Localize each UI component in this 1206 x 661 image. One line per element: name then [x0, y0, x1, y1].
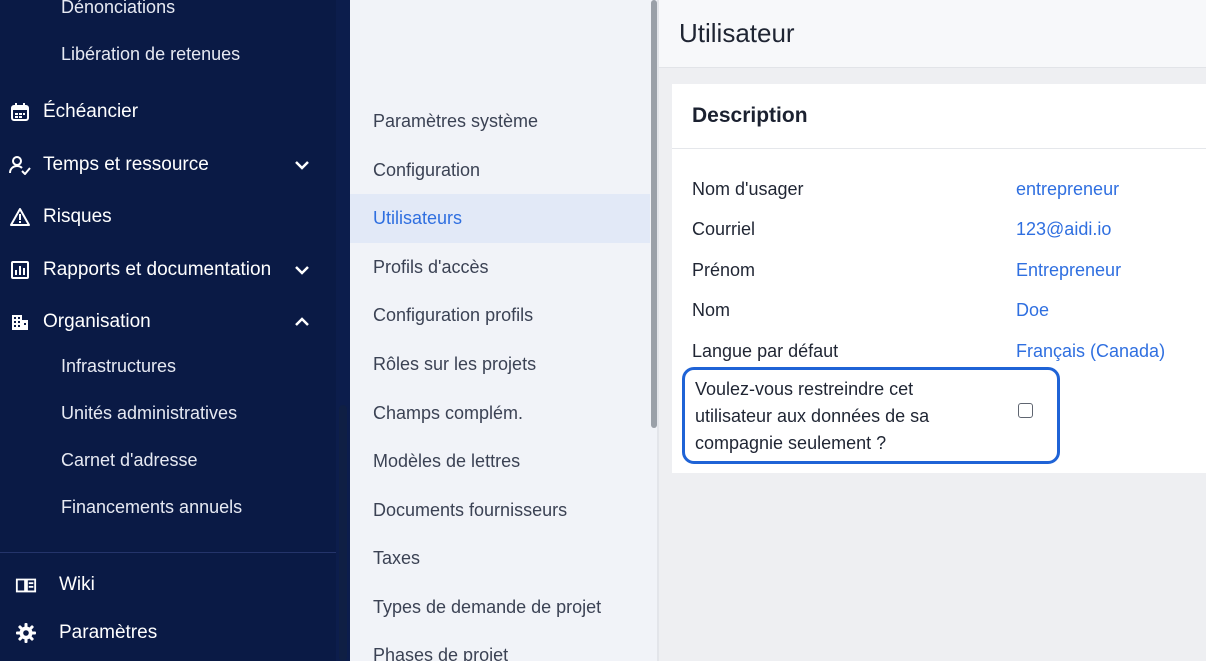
field-value-email: 123@aidi.io — [1016, 219, 1112, 239]
menu-item-taxes[interactable]: Taxes — [350, 534, 650, 583]
restrict-company-checkbox[interactable] — [1018, 403, 1033, 418]
nav-item-label: Rapports et documentation — [43, 259, 272, 280]
main-content: Utilisateur Description Nom d'usager ent… — [659, 0, 1206, 661]
settings-menu: Paramètres système Configuration Utilisa… — [350, 0, 658, 661]
page-title: Utilisateur — [679, 18, 795, 48]
nav-item-temps-ressource[interactable]: Temps et ressource — [0, 145, 336, 185]
nav-sub-unites-administratives[interactable]: Unités administratives — [61, 403, 237, 424]
chevron-down-icon[interactable] — [292, 260, 312, 280]
menu-item-documents-fournisseurs[interactable]: Documents fournisseurs — [350, 486, 650, 535]
field-label-language: Langue par défaut — [692, 341, 839, 361]
field-value-username: entrepreneur — [1016, 179, 1120, 199]
warning-icon — [9, 206, 31, 228]
menu-item-phases-projet[interactable]: Phases de projet — [350, 631, 650, 661]
field-label-username: Nom d'usager — [692, 179, 804, 199]
menu-item-profils-acces[interactable]: Profils d'accès — [350, 243, 650, 292]
menu-item-modeles-lettres[interactable]: Modèles de lettres — [350, 437, 650, 486]
nav-item-label: Risques — [43, 206, 112, 227]
chevron-down-icon[interactable] — [292, 155, 312, 175]
card-divider — [672, 148, 1206, 149]
nav-item-risques[interactable]: Risques — [0, 197, 336, 237]
nav-item-label: Temps et ressource — [43, 154, 209, 175]
sidebar-scrollbar-thumb[interactable] — [339, 405, 347, 661]
nav-item-rapports-documentation[interactable]: Rapports et documentation — [0, 250, 336, 290]
nav-item-echeancier[interactable]: Échéancier — [0, 92, 336, 132]
nav-sub-infrastructures[interactable]: Infrastructures — [61, 356, 176, 377]
field-value-lastname: Doe — [1016, 300, 1050, 320]
nav-item-parametres[interactable]: Paramètres — [0, 613, 336, 653]
menu-item-roles-projets[interactable]: Rôles sur les projets — [350, 340, 650, 389]
report-icon — [9, 259, 31, 281]
restrict-company-label: Voulez-vous restreindre cet utilisateur … — [695, 379, 930, 453]
menu-item-types-demande-projet[interactable]: Types de demande de projet — [350, 583, 650, 632]
nav-item-label: Paramètres — [59, 622, 158, 643]
gear-icon — [15, 622, 37, 644]
field-value-firstname: Entrepreneur — [1016, 260, 1122, 280]
nav-item-label: Échéancier — [43, 101, 139, 122]
nav-item-wiki[interactable]: Wiki — [0, 565, 336, 605]
menu-item-champs-complem[interactable]: Champs complém. — [350, 389, 650, 438]
nav-sub-carnet-adresse[interactable]: Carnet d'adresse — [61, 450, 198, 471]
nav-sub-liberation-retenues[interactable]: Libération de retenues — [61, 44, 240, 65]
nav-item-organisation[interactable]: Organisation — [0, 302, 336, 342]
nav-item-label: Wiki — [59, 574, 95, 595]
field-label-firstname: Prénom — [692, 260, 756, 280]
menu-item-configuration-profils[interactable]: Configuration profils — [350, 291, 650, 340]
nav-sub-financements-annuels[interactable]: Financements annuels — [61, 497, 242, 518]
nav-item-label: Organisation — [43, 311, 151, 332]
field-label-email: Courriel — [692, 219, 756, 239]
restrict-company-highlight: Voulez-vous restreindre cet utilisateur … — [682, 367, 1060, 464]
nav-sub-denonciations[interactable]: Dénonciations — [61, 0, 175, 18]
field-value-language: Français (Canada) — [1016, 341, 1166, 361]
menu-item-utilisateurs[interactable]: Utilisateurs — [350, 194, 650, 243]
main-sidebar: Dénonciations Libération de retenues Éch… — [0, 0, 350, 661]
field-label-lastname: Nom — [692, 300, 731, 320]
menu-item-configuration[interactable]: Configuration — [350, 146, 650, 195]
page-header: Utilisateur — [659, 0, 1206, 68]
user-check-icon — [9, 154, 31, 176]
calendar-icon — [9, 101, 31, 123]
description-card: Description Nom d'usager entrepreneur Co… — [672, 84, 1206, 473]
menu-item-parametres-systeme[interactable]: Paramètres système — [350, 97, 650, 146]
sidebar-divider — [0, 552, 336, 553]
section-title: Description — [692, 104, 808, 127]
book-icon — [15, 574, 37, 596]
building-icon — [9, 311, 31, 333]
chevron-up-icon[interactable] — [292, 312, 312, 332]
